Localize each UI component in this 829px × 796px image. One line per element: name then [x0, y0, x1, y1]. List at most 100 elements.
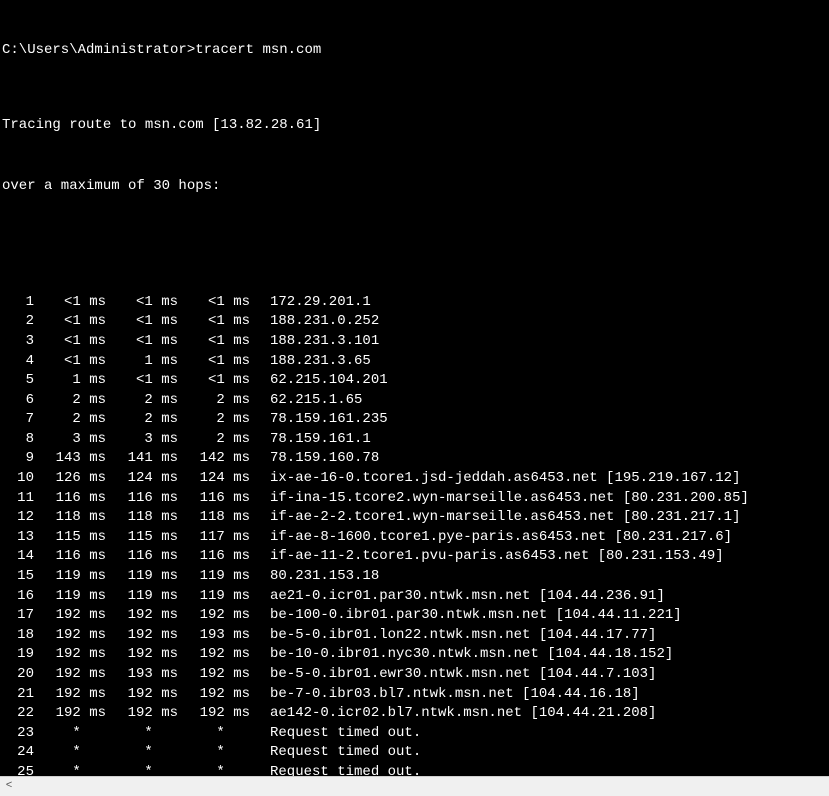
hop-host: be-7-0.ibr03.bl7.ntwk.msn.net [104.44.16… [250, 685, 640, 705]
hop-host: 188.231.3.101 [250, 332, 379, 352]
hop-row: 13 115 ms 115 ms 117 msif-ae-8-1600.tcor… [2, 528, 829, 548]
hop-time-3: 192 ms [178, 645, 250, 665]
command: tracert msn.com [195, 42, 321, 58]
hop-time-3: 117 ms [178, 528, 250, 548]
hop-row: 25 * * * Request timed out. [2, 763, 829, 776]
hop-host: be-5-0.ibr01.lon22.ntwk.msn.net [104.44.… [250, 626, 656, 646]
hop-number: 14 [2, 547, 34, 567]
hop-time-1: <1 ms [34, 312, 106, 332]
hop-time-1: 116 ms [34, 489, 106, 509]
hop-time-2: 193 ms [106, 665, 178, 685]
hop-time-3: 2 ms [178, 430, 250, 450]
hop-time-2: 2 ms [106, 410, 178, 430]
hop-row: 3 <1 ms <1 ms <1 ms188.231.3.101 [2, 332, 829, 352]
hop-number: 15 [2, 567, 34, 587]
hop-time-3: 2 ms [178, 391, 250, 411]
hop-time-1: 115 ms [34, 528, 106, 548]
hop-host: 62.215.1.65 [250, 391, 362, 411]
hop-row: 20 192 ms 193 ms 192 msbe-5-0.ibr01.ewr3… [2, 665, 829, 685]
hop-time-2: <1 ms [106, 371, 178, 391]
hop-host: if-ina-15.tcore2.wyn-marseille.as6453.ne… [250, 489, 749, 509]
hop-time-1: <1 ms [34, 352, 106, 372]
hop-time-3: 119 ms [178, 567, 250, 587]
hop-host: ae21-0.icr01.par30.ntwk.msn.net [104.44.… [250, 587, 665, 607]
hop-time-1: 118 ms [34, 508, 106, 528]
hop-time-2: 119 ms [106, 567, 178, 587]
hop-row: 6 2 ms 2 ms 2 ms62.215.1.65 [2, 391, 829, 411]
hop-time-3: * [178, 763, 250, 776]
hop-time-3: 192 ms [178, 665, 250, 685]
hop-host: ae142-0.icr02.bl7.ntwk.msn.net [104.44.2… [250, 704, 656, 724]
hop-time-2: <1 ms [106, 293, 178, 313]
hop-time-1: 2 ms [34, 410, 106, 430]
hop-time-2: <1 ms [106, 332, 178, 352]
hop-time-2: 141 ms [106, 449, 178, 469]
hop-time-1: 119 ms [34, 567, 106, 587]
hop-host: 80.231.153.18 [250, 567, 379, 587]
hop-row: 17 192 ms 192 ms 192 msbe-100-0.ibr01.pa… [2, 606, 829, 626]
hop-row: 8 3 ms 3 ms 2 ms78.159.161.1 [2, 430, 829, 450]
hop-number: 11 [2, 489, 34, 509]
hop-number: 19 [2, 645, 34, 665]
hop-host: Request timed out. [250, 763, 421, 776]
hop-time-2: 1 ms [106, 352, 178, 372]
hop-time-2: 192 ms [106, 626, 178, 646]
hop-number: 1 [2, 293, 34, 313]
hop-host: Request timed out. [250, 743, 421, 763]
hop-time-2: 124 ms [106, 469, 178, 489]
hop-time-1: * [34, 763, 106, 776]
hop-list: 1 <1 ms <1 ms <1 ms172.29.201.1 2 <1 ms … [2, 293, 829, 776]
hop-host: 78.159.161.1 [250, 430, 371, 450]
hop-time-3: 192 ms [178, 606, 250, 626]
hop-row: 1 <1 ms <1 ms <1 ms172.29.201.1 [2, 293, 829, 313]
hop-row: 10 126 ms 124 ms 124 msix-ae-16-0.tcore1… [2, 469, 829, 489]
hop-row: 23 * * * Request timed out. [2, 724, 829, 744]
hop-time-3: * [178, 743, 250, 763]
hop-time-3: * [178, 724, 250, 744]
hop-host: 188.231.3.65 [250, 352, 371, 372]
hop-time-1: <1 ms [34, 332, 106, 352]
hop-number: 21 [2, 685, 34, 705]
hop-time-3: 192 ms [178, 704, 250, 724]
hop-time-2: <1 ms [106, 312, 178, 332]
hop-time-1: 192 ms [34, 606, 106, 626]
hop-time-1: 1 ms [34, 371, 106, 391]
hop-time-3: <1 ms [178, 293, 250, 313]
hop-host: be-5-0.ibr01.ewr30.ntwk.msn.net [104.44.… [250, 665, 656, 685]
hop-host: 172.29.201.1 [250, 293, 371, 313]
hop-time-1: 2 ms [34, 391, 106, 411]
hop-time-2: 192 ms [106, 704, 178, 724]
trace-header-2: over a maximum of 30 hops: [2, 177, 829, 197]
hop-time-3: <1 ms [178, 371, 250, 391]
hop-row: 2 <1 ms <1 ms <1 ms188.231.0.252 [2, 312, 829, 332]
hop-time-2: 116 ms [106, 547, 178, 567]
hop-number: 17 [2, 606, 34, 626]
hop-time-2: 116 ms [106, 489, 178, 509]
hop-time-1: 3 ms [34, 430, 106, 450]
hop-host: if-ae-8-1600.tcore1.pye-paris.as6453.net… [250, 528, 732, 548]
hop-row: 22 192 ms 192 ms 192 msae142-0.icr02.bl7… [2, 704, 829, 724]
hop-number: 7 [2, 410, 34, 430]
hop-time-2: 192 ms [106, 645, 178, 665]
hop-time-1: 192 ms [34, 626, 106, 646]
hop-row: 11 116 ms 116 ms 116 msif-ina-15.tcore2.… [2, 489, 829, 509]
hop-time-2: 3 ms [106, 430, 178, 450]
hop-row: 12 118 ms 118 ms 118 msif-ae-2-2.tcore1.… [2, 508, 829, 528]
hop-number: 8 [2, 430, 34, 450]
hop-time-1: 116 ms [34, 547, 106, 567]
scroll-left-button[interactable]: < [0, 777, 18, 796]
hop-number: 10 [2, 469, 34, 489]
hop-row: 24 * * * Request timed out. [2, 743, 829, 763]
hop-number: 22 [2, 704, 34, 724]
hop-number: 4 [2, 352, 34, 372]
horizontal-scrollbar[interactable]: < [0, 776, 829, 796]
hop-number: 9 [2, 449, 34, 469]
hop-row: 18 192 ms 192 ms 193 msbe-5-0.ibr01.lon2… [2, 626, 829, 646]
hop-time-2: * [106, 724, 178, 744]
hop-time-1: 192 ms [34, 704, 106, 724]
hop-time-2: 2 ms [106, 391, 178, 411]
hop-time-1: 143 ms [34, 449, 106, 469]
hop-time-2: 119 ms [106, 587, 178, 607]
hop-row: 21 192 ms 192 ms 192 msbe-7-0.ibr03.bl7.… [2, 685, 829, 705]
hop-time-1: 119 ms [34, 587, 106, 607]
